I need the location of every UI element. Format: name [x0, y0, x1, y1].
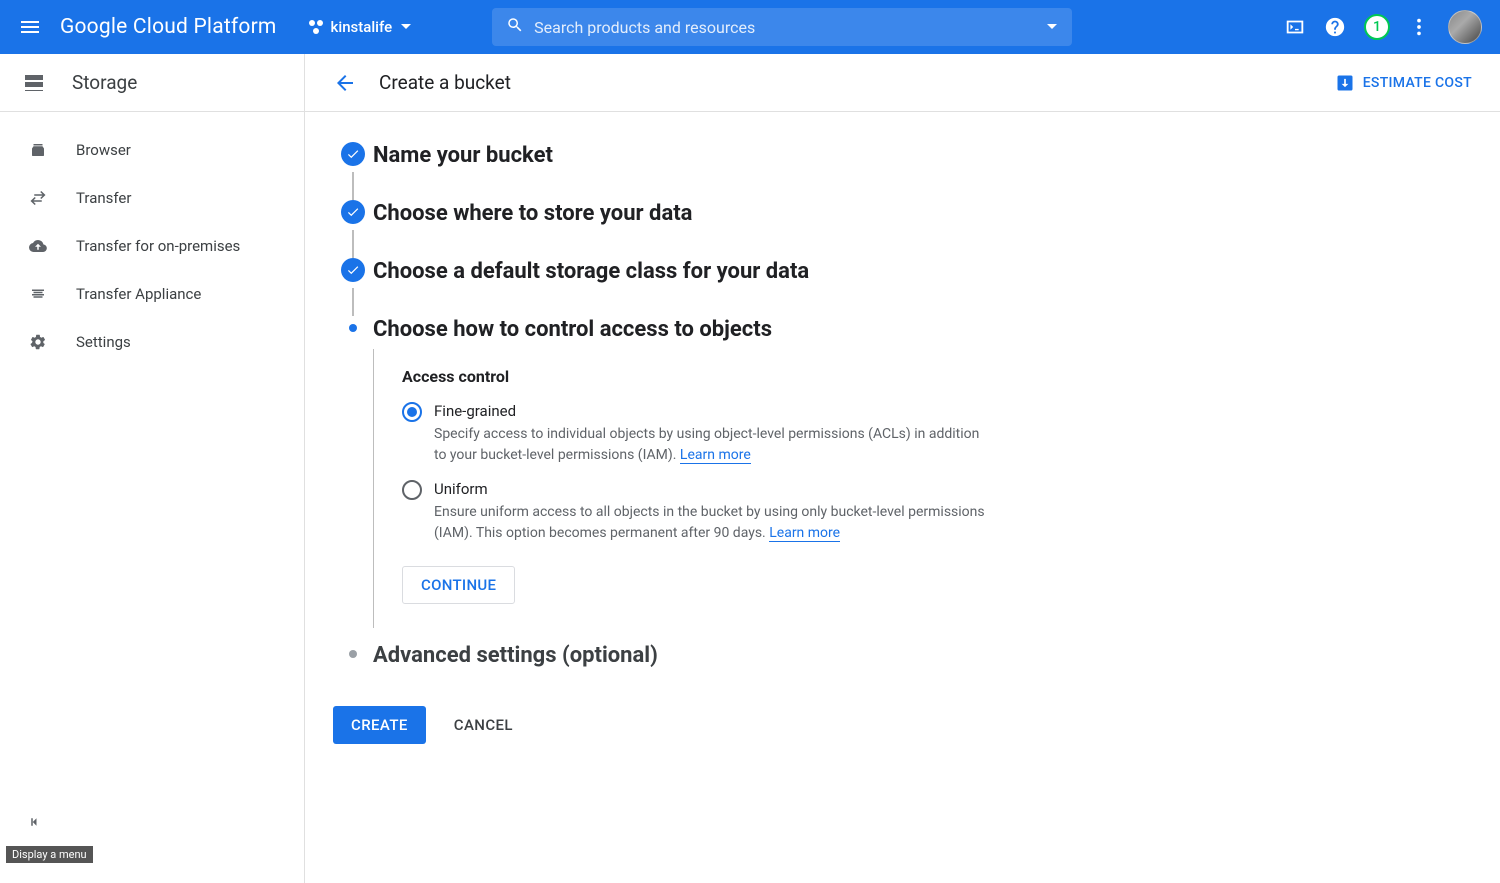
back-arrow-icon[interactable] — [333, 71, 357, 95]
storage-icon — [22, 71, 46, 95]
cancel-button[interactable]: CANCEL — [454, 716, 513, 734]
sidebar-item-transfer-appliance[interactable]: Transfer Appliance — [0, 270, 304, 318]
main-header: Create a bucket ESTIMATE COST — [305, 54, 1500, 112]
radio-icon — [402, 402, 422, 422]
top-header: Google Cloud Platform kinstalife 1 — [0, 0, 1500, 54]
step-title: Name your bucket — [373, 142, 553, 169]
cloud-upload-icon — [28, 237, 48, 255]
estimate-cost-button[interactable]: ESTIMATE COST — [1335, 73, 1472, 93]
radio-desc: Specify access to individual objects by … — [434, 424, 993, 466]
search-input[interactable] — [534, 18, 1046, 37]
active-dot-icon — [349, 324, 357, 332]
step-name-bucket[interactable]: Name your bucket — [333, 142, 1472, 200]
continue-button[interactable]: CONTINUE — [402, 566, 515, 604]
step-location[interactable]: Choose where to store your data — [333, 200, 1472, 258]
inactive-dot-icon — [349, 650, 357, 658]
sidebar-item-label: Transfer Appliance — [76, 285, 201, 303]
search-bar[interactable] — [492, 8, 1072, 46]
create-button[interactable]: CREATE — [333, 706, 426, 744]
estimate-icon — [1335, 73, 1355, 93]
avatar[interactable] — [1448, 10, 1482, 44]
sidebar-item-settings[interactable]: Settings — [0, 318, 304, 366]
estimate-label: ESTIMATE COST — [1363, 75, 1472, 91]
collapse-sidebar-icon[interactable] — [26, 813, 44, 835]
appliance-icon — [28, 285, 48, 303]
menu-icon[interactable] — [18, 15, 42, 39]
logo-text[interactable]: Google Cloud Platform — [60, 15, 277, 39]
project-name: kinstalife — [331, 18, 393, 36]
more-vert-icon[interactable] — [1408, 16, 1430, 38]
browser-icon — [28, 141, 48, 159]
step-title: Choose how to control access to objects — [373, 316, 772, 343]
section-heading: Access control — [402, 367, 993, 386]
sidebar-item-browser[interactable]: Browser — [0, 126, 304, 174]
sidebar-title[interactable]: Storage — [0, 54, 304, 112]
main-panel: Create a bucket ESTIMATE COST Name your … — [305, 54, 1500, 883]
sidebar-item-transfer[interactable]: Transfer — [0, 174, 304, 222]
gear-icon — [28, 333, 48, 351]
learn-more-link[interactable]: Learn more — [769, 525, 840, 542]
access-control-body: Access control Fine-grained Specify acce… — [373, 349, 993, 628]
search-icon — [506, 16, 524, 38]
transfer-icon — [28, 189, 48, 207]
sidebar-item-label: Settings — [76, 333, 131, 351]
notifications-badge[interactable]: 1 — [1364, 14, 1390, 40]
tooltip: Display a menu — [6, 846, 93, 863]
form-actions: CREATE CANCEL — [333, 706, 1472, 744]
chevron-down-icon — [400, 21, 412, 33]
page-title: Create a bucket — [379, 71, 511, 94]
cloud-shell-icon[interactable] — [1284, 16, 1306, 38]
check-icon — [341, 142, 365, 166]
radio-uniform[interactable]: Uniform Ensure uniform access to all obj… — [402, 480, 993, 544]
sidebar-title-text: Storage — [72, 71, 137, 94]
learn-more-link[interactable]: Learn more — [680, 447, 751, 464]
sidebar: Storage Browser Transfer Transfer for on… — [0, 54, 305, 883]
step-title: Advanced settings (optional) — [373, 642, 658, 669]
check-icon — [341, 200, 365, 224]
step-storage-class[interactable]: Choose a default storage class for your … — [333, 258, 1472, 316]
radio-label: Uniform — [434, 480, 993, 498]
radio-icon — [402, 480, 422, 500]
step-title: Choose a default storage class for your … — [373, 258, 809, 285]
project-selector[interactable]: kinstalife — [307, 18, 413, 36]
chevron-down-icon[interactable] — [1046, 18, 1058, 37]
step-access-control[interactable]: Choose how to control access to objects — [333, 316, 1472, 343]
check-icon — [341, 258, 365, 282]
step-advanced[interactable]: Advanced settings (optional) — [333, 642, 1472, 669]
radio-label: Fine-grained — [434, 402, 993, 420]
help-icon[interactable] — [1324, 16, 1346, 38]
sidebar-item-transfer-onprem[interactable]: Transfer for on-premises — [0, 222, 304, 270]
sidebar-item-label: Transfer for on-premises — [76, 237, 240, 255]
radio-fine-grained[interactable]: Fine-grained Specify access to individua… — [402, 402, 993, 466]
radio-desc: Ensure uniform access to all objects in … — [434, 502, 993, 544]
sidebar-item-label: Browser — [76, 141, 131, 159]
project-icon — [307, 18, 325, 36]
sidebar-item-label: Transfer — [76, 189, 131, 207]
step-title: Choose where to store your data — [373, 200, 692, 227]
